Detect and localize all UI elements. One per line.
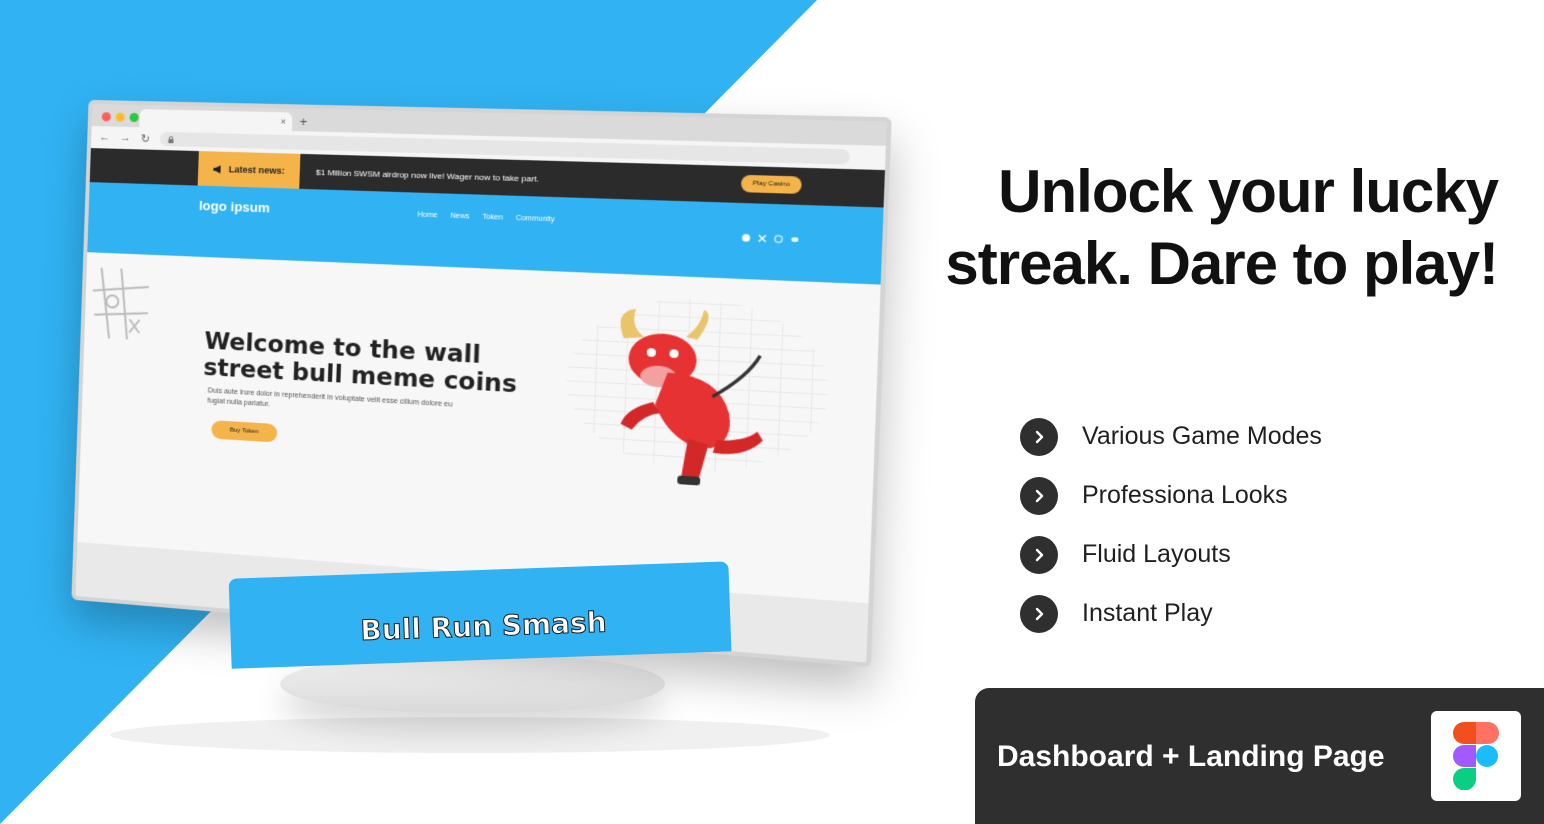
figma-icon	[1453, 722, 1499, 790]
figma-logo-tile	[1431, 711, 1521, 801]
nav-home[interactable]: Home	[417, 211, 437, 219]
nav-community[interactable]: Community	[516, 215, 555, 224]
lock-icon	[168, 136, 174, 143]
forward-icon[interactable]: →	[120, 132, 131, 144]
chevron-right-icon	[1020, 417, 1058, 456]
new-tab-button[interactable]: +	[299, 114, 307, 130]
close-window-button[interactable]	[101, 112, 111, 122]
monitor-mockup: × + ← → ↻ Latest news: $1 Million SWSM a…	[71, 99, 892, 740]
bull-mascot-illustration	[619, 308, 785, 486]
news-text: $1 Million SWSM airdrop now live! Wager …	[315, 167, 540, 184]
product-badge: Dashboard + Landing Page	[975, 688, 1544, 824]
buy-token-button[interactable]: Buy Token	[211, 420, 278, 443]
social-links	[741, 233, 799, 244]
game-banner[interactable]: Bull Run Smash	[228, 561, 732, 669]
hero-section: Welcome to the wall street bull meme coi…	[77, 252, 881, 604]
feature-label: Professiona Looks	[1082, 481, 1288, 509]
chevron-right-icon	[1020, 594, 1058, 633]
feature-label: Instant Play	[1082, 599, 1213, 627]
feature-label: Various Game Modes	[1082, 422, 1322, 450]
chevron-right-icon	[1020, 476, 1058, 515]
nav-token[interactable]: Token	[482, 214, 503, 222]
badge-text: Dashboard + Landing Page	[997, 740, 1385, 773]
feature-item: Professiona Looks	[1020, 466, 1322, 525]
tab-close-icon[interactable]: ×	[280, 116, 286, 126]
instagram-icon[interactable]	[774, 235, 784, 244]
back-icon[interactable]: ←	[99, 131, 110, 143]
feature-label: Fluid Layouts	[1082, 540, 1231, 568]
news-label: Latest news:	[197, 151, 300, 189]
reload-icon[interactable]: ↻	[141, 132, 151, 145]
minimize-window-button[interactable]	[115, 112, 125, 122]
window-controls	[101, 112, 139, 123]
facebook-icon[interactable]	[741, 233, 751, 242]
x-icon[interactable]	[757, 234, 767, 243]
discord-icon[interactable]	[790, 235, 800, 244]
megaphone-icon	[213, 164, 221, 174]
chevron-right-icon	[1020, 535, 1058, 574]
feature-item: Fluid Layouts	[1020, 525, 1322, 584]
feature-item: Instant Play	[1020, 584, 1322, 643]
features-list: Various Game Modes Professiona Looks Flu…	[1020, 407, 1322, 643]
play-casino-button[interactable]: Play Casino	[740, 174, 802, 194]
banner-title: Bull Run Smash	[359, 605, 608, 648]
nav-news[interactable]: News	[450, 213, 469, 221]
site-logo[interactable]: logo ipsum	[199, 198, 270, 216]
tic-tac-toe-graffiti	[89, 262, 151, 345]
feature-item: Various Game Modes	[1020, 407, 1322, 466]
news-label-text: Latest news:	[228, 164, 285, 177]
maximize-window-button[interactable]	[129, 112, 139, 123]
site-nav: Home News Token Community	[417, 211, 555, 223]
headline: Unlock your lucky streak. Dare to play!	[945, 158, 1499, 297]
